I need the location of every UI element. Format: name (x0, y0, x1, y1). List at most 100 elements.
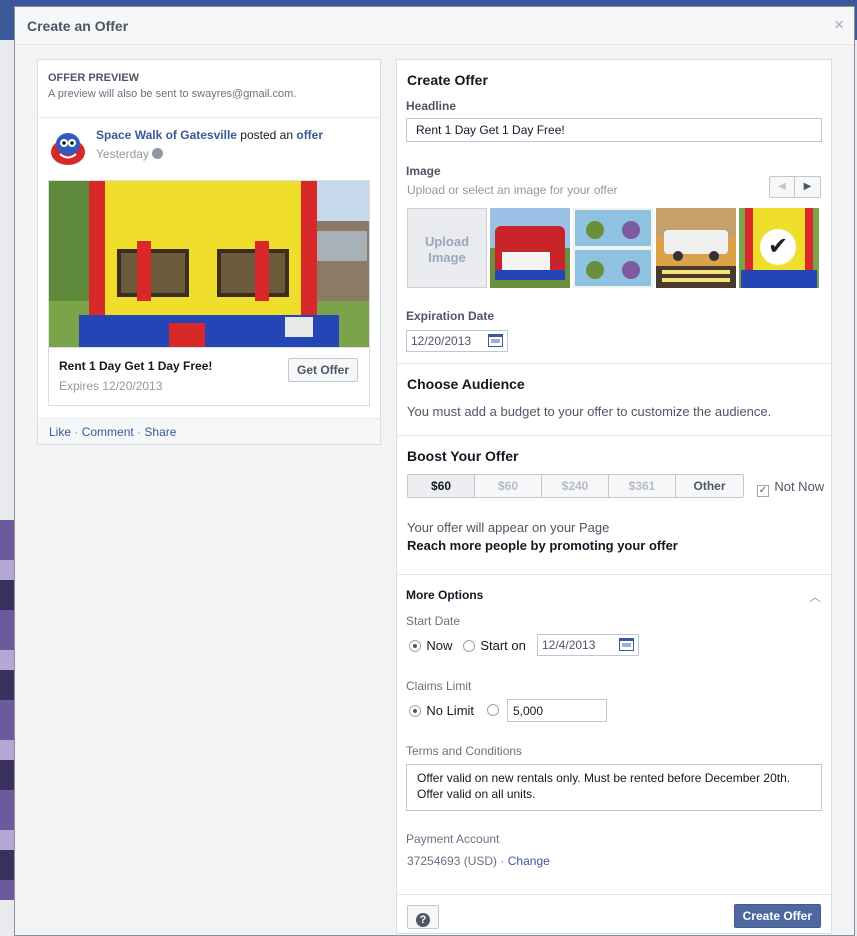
upload-image-line1: Upload (424, 234, 470, 249)
calendar-icon[interactable] (619, 638, 634, 651)
custom-limit-option (487, 703, 499, 717)
terms-line: Offer valid on all units. (417, 787, 536, 801)
globe-icon (151, 148, 163, 159)
not-now-checkbox[interactable]: ✓ (757, 485, 769, 497)
terms-textarea[interactable]: Offer valid on new rentals only. Must be… (406, 764, 822, 811)
close-icon[interactable]: × (834, 16, 844, 34)
offer-card[interactable]: Rent 1 Day Get 1 Day Free! Expires 12/20… (48, 180, 370, 406)
no-limit-label: No Limit (426, 703, 475, 718)
upload-image-button[interactable]: Upload Image (407, 208, 487, 288)
previous-arrow-icon[interactable]: ◀ (770, 177, 795, 197)
preview-post: Space Walk of Gatesville posted an offer… (38, 118, 380, 171)
payment-account-value: 37254693 (USD) (407, 854, 498, 868)
question-mark-icon: ? (416, 913, 430, 927)
preview-header: OFFER PREVIEW A preview will also be sen… (38, 60, 380, 118)
start-on-radio[interactable] (463, 640, 475, 652)
boost-offer-title: Boost Your Offer (407, 448, 519, 464)
start-now-radio[interactable] (409, 640, 421, 652)
page-avatar[interactable] (48, 128, 88, 168)
create-offer-dialog: Create an Offer × OFFER PREVIEW A previe… (14, 6, 855, 936)
create-offer-section: Create Offer Headline Rent 1 Day Get 1 D… (397, 60, 831, 364)
change-payment-link[interactable]: Change (508, 854, 550, 868)
upload-image-line2: Image (428, 250, 466, 265)
custom-limit-radio[interactable] (487, 704, 499, 716)
start-now-option: Now (409, 638, 452, 653)
comment-link[interactable]: Comment (82, 425, 134, 439)
calendar-icon[interactable] (488, 334, 503, 347)
terms-line: Offer valid on new rentals only. Must be… (417, 771, 791, 785)
offer-preview-panel: OFFER PREVIEW A preview will also be sen… (37, 59, 381, 445)
posted-text: posted an (240, 128, 294, 142)
post-actions: Like · Comment · Share (38, 418, 380, 444)
headline-label: Headline (406, 99, 457, 113)
more-options-title: More Options (406, 588, 484, 602)
dialog-header: Create an Offer × (15, 7, 854, 45)
offer-photo[interactable] (49, 181, 369, 347)
create-offer-button[interactable]: Create Offer (733, 904, 821, 928)
get-offer-button[interactable]: Get Offer (287, 358, 358, 382)
create-offer-title: Create Offer (407, 72, 488, 88)
budget-option[interactable]: $361 (609, 475, 676, 497)
checkmark-icon: ✔ (760, 229, 796, 265)
post-timestamp: Yesterday (96, 147, 370, 161)
expiration-date-input[interactable]: 12/20/2013 (406, 330, 508, 352)
offer-card-details: Rent 1 Day Get 1 Day Free! Expires 12/20… (49, 347, 369, 405)
like-link[interactable]: Like (49, 425, 71, 439)
offer-card-headline: Rent 1 Day Get 1 Day Free! (59, 359, 213, 373)
choose-audience-section: Choose Audience You must add a budget to… (397, 364, 831, 436)
audience-help-text: You must add a budget to your offer to c… (407, 404, 772, 419)
claims-limit-label: Claims Limit (406, 679, 472, 693)
boost-info-text: Your offer will appear on your Page (407, 520, 610, 535)
offer-link[interactable]: offer (296, 128, 323, 142)
start-on-label: Start on (480, 638, 526, 653)
budget-option[interactable]: $60 (408, 475, 475, 497)
boost-offer-section: Boost Your Offer $60 $60 $240 $361 Other… (397, 436, 831, 575)
start-now-label: Now (426, 638, 453, 653)
no-limit-option: No Limit (409, 703, 474, 718)
image-thumbnail[interactable] (656, 208, 736, 288)
preview-subtitle: A preview will also be sent to swayres@g… (48, 88, 297, 100)
expiration-date-value: 12/20/2013 (411, 334, 472, 348)
image-thumbnail-selected[interactable]: ✔ (739, 208, 819, 288)
offer-card-expiration: Expires 12/20/2013 (59, 379, 163, 393)
share-link[interactable]: Share (144, 425, 176, 439)
claims-limit-input[interactable]: 5,000 (507, 699, 607, 722)
post-time-text[interactable]: Yesterday (96, 147, 149, 161)
create-offer-form: Create Offer Headline Rent 1 Day Get 1 D… (396, 59, 832, 934)
not-now-label: Not Now (774, 479, 825, 494)
no-limit-radio[interactable] (409, 705, 421, 717)
preview-label: OFFER PREVIEW (48, 72, 140, 84)
payment-account-label: Payment Account (406, 832, 500, 846)
budget-option[interactable]: $240 (542, 475, 609, 497)
dialog-title: Create an Offer (27, 18, 129, 34)
post-meta: Space Walk of Gatesville posted an offer… (96, 128, 370, 161)
image-help-text: Upload or select an image for your offer (407, 183, 618, 197)
image-picker: Upload Image ✔ (407, 208, 819, 288)
start-date-label: Start Date (406, 614, 461, 628)
not-now-option: ✓ Not Now (757, 479, 824, 497)
form-footer: ? Create Offer (397, 894, 831, 933)
next-arrow-icon[interactable]: ▶ (795, 177, 820, 197)
budget-option-other[interactable]: Other (676, 475, 743, 497)
expiration-date-label: Expiration Date (406, 309, 495, 323)
budget-selector: $60 $60 $240 $361 Other (407, 474, 744, 498)
choose-audience-title: Choose Audience (407, 376, 525, 392)
more-options-section: More Options ︿ Start Date Now Start on 1… (397, 575, 831, 889)
image-label: Image (406, 164, 441, 178)
payment-separator: · (500, 854, 505, 868)
promote-text: Reach more people by promoting your offe… (407, 538, 678, 553)
start-on-option: Start on (463, 638, 526, 653)
page-name-link[interactable]: Space Walk of Gatesville (96, 128, 237, 142)
post-headline: Space Walk of Gatesville posted an offer (96, 128, 370, 142)
start-date-input[interactable]: 12/4/2013 (537, 634, 639, 656)
image-thumbnail[interactable] (573, 208, 653, 288)
help-button[interactable]: ? (407, 905, 439, 929)
start-date-value: 12/4/2013 (542, 638, 596, 652)
headline-input[interactable]: Rent 1 Day Get 1 Day Free! (406, 118, 822, 142)
collapse-chevron-icon[interactable]: ︿ (809, 588, 821, 605)
action-separator: · (137, 425, 142, 439)
budget-option[interactable]: $60 (475, 475, 542, 497)
payment-account-row: 37254693 (USD) · Change (407, 854, 550, 868)
image-thumbnail[interactable] (490, 208, 570, 288)
terms-label: Terms and Conditions (406, 744, 523, 758)
